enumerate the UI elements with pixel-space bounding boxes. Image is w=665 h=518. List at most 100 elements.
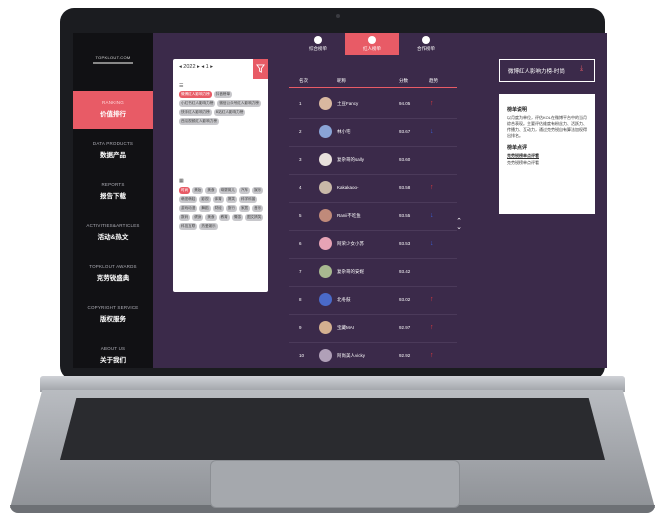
- row-name[interactable]: 阿荣少女小苏: [337, 241, 364, 247]
- date-selector[interactable]: ◂ 2022 ▸ ◂ 1 ▸: [179, 64, 213, 70]
- row-name[interactable]: 林小宅: [337, 129, 351, 135]
- tab-label: 综合榜单: [309, 46, 327, 51]
- filter-chip[interactable]: 数码: [179, 214, 191, 221]
- table-row[interactable]: 9 宝藏MAI 92.97 ↑: [289, 314, 457, 343]
- filter-chip[interactable]: 娱乐: [252, 187, 264, 194]
- filter-chip[interactable]: 搞笑: [225, 196, 237, 203]
- sidebar-item[interactable]: ABOUT US 关于我们: [73, 337, 153, 368]
- row-rank: 5: [299, 213, 302, 218]
- filter-chip[interactable]: 旅行: [225, 205, 237, 212]
- row-name[interactable]: 北冬鼓: [337, 297, 351, 303]
- filter-chip[interactable]: 科技互联: [179, 223, 198, 230]
- download-icon[interactable]: ⤓: [580, 65, 583, 73]
- filter-chip[interactable]: 抖音榜单: [213, 91, 233, 98]
- table-row[interactable]: 6 阿荣少女小苏 93.53 ↓: [289, 230, 457, 259]
- filter-chip[interactable]: 微信公众号红人影响力榜: [217, 100, 261, 107]
- table-row[interactable]: 1 土豆Fancy 94.05 ↑: [289, 90, 457, 119]
- filter-chip[interactable]: 时尚: [179, 187, 191, 194]
- filter-header: ◂ 2022 ▸ ◂ 1 ▸: [173, 59, 268, 79]
- sidebar-item-label: 数据产品: [100, 152, 126, 159]
- avatar[interactable]: [319, 293, 332, 306]
- filter-chip[interactable]: 舞蹈: [199, 205, 211, 212]
- sidebar-item[interactable]: DATA PRODUCTS 数据产品: [73, 132, 153, 170]
- filter-chip[interactable]: 美妆: [192, 187, 204, 194]
- table-row[interactable]: 8 北冬鼓 93.02 ↑: [289, 286, 457, 315]
- scroll-control[interactable]: ⌃ ⌄: [455, 218, 463, 231]
- filter-chip[interactable]: 图文搞笑: [244, 214, 264, 221]
- table-row[interactable]: 10 阿尚美人vicky 92.92 ↑: [289, 342, 457, 368]
- filter-chip[interactable]: 科学科普: [238, 196, 258, 203]
- trend-arrow-icon: ↑: [430, 324, 434, 331]
- table-row[interactable]: 7 复杂哥的安妮 93.42: [289, 258, 457, 287]
- filter-chip[interactable]: 小红书红人影响力榜: [179, 100, 216, 107]
- avatar[interactable]: [319, 181, 332, 194]
- row-rank: 8: [299, 297, 302, 302]
- filter-chip[interactable]: 情感: [231, 214, 243, 221]
- avatar[interactable]: [319, 265, 332, 278]
- funnel-icon[interactable]: [253, 59, 268, 79]
- filter-chip[interactable]: 快手红人影响力榜: [179, 109, 212, 116]
- filter-chip[interactable]: 热爱娱乐: [199, 223, 218, 230]
- filter-chip[interactable]: 微博红人影响力榜: [179, 91, 212, 98]
- filter-chip[interactable]: 体育: [212, 196, 224, 203]
- trend-arrow-icon: ↑: [430, 296, 434, 303]
- avatar[interactable]: [319, 349, 332, 362]
- row-name[interactable]: 宝藏MAI: [337, 325, 354, 331]
- avatar[interactable]: [319, 97, 332, 110]
- table-row[interactable]: 2 林小宅 93.67 ↓: [289, 118, 457, 147]
- avatar[interactable]: [319, 153, 332, 166]
- avatar[interactable]: [319, 209, 332, 222]
- ranking-title-box: 微博红人影响力榜-时尚 ⤓: [499, 59, 595, 82]
- row-name[interactable]: Kakakaoo-: [337, 185, 359, 190]
- filter-chip[interactable]: 家居: [238, 205, 251, 212]
- sidebar-item-label: 报告下载: [100, 193, 126, 200]
- filter-chip[interactable]: 健身: [192, 214, 204, 221]
- filter-chip[interactable]: 音乐: [252, 205, 264, 212]
- row-score: 93.02: [399, 297, 411, 302]
- chevron-down-icon[interactable]: ⌄: [455, 224, 463, 231]
- row-name[interactable]: 复杂哥的sally: [337, 157, 364, 163]
- col-score: 分数: [399, 78, 408, 83]
- avatar[interactable]: [319, 237, 332, 250]
- trend-arrow-icon: ↑: [430, 100, 434, 107]
- table-row[interactable]: 4 Kakakaoo- 93.58 ↑: [289, 174, 457, 203]
- logo[interactable]: TOPKLOUT.COM: [79, 55, 147, 64]
- sidebar-item[interactable]: ACTIVITIES&ARTICLES 活动&热文: [73, 214, 153, 252]
- sidebar-item[interactable]: RANKING 价值排行: [73, 91, 153, 129]
- screen: TOPKLOUT.COM RANKING 价值排行 DATA PRODUCTS 数据产…: [73, 33, 607, 368]
- row-name[interactable]: 阿尚美人vicky: [337, 353, 365, 359]
- tab[interactable]: 综合榜单: [291, 33, 345, 55]
- filter-chip[interactable]: 汽车: [238, 187, 251, 194]
- tab[interactable]: 合作榜单: [399, 33, 453, 55]
- sidebar-item[interactable]: TOPKLOUT AWARDS 克劳锐盛典: [73, 255, 153, 293]
- table-row[interactable]: 5 Ranii不吃鱼 93.55 ↓: [289, 202, 457, 231]
- row-name[interactable]: Ranii不吃鱼: [337, 213, 361, 219]
- avatar[interactable]: [319, 321, 332, 334]
- filter-chip[interactable]: 教育: [218, 214, 230, 221]
- row-rank: 4: [299, 185, 302, 190]
- filter-chip[interactable]: 母婴育儿: [218, 187, 237, 194]
- tab-label: 红人榜单: [363, 46, 381, 51]
- filter-chip[interactable]: B站红人影响力榜: [213, 109, 246, 116]
- filter-chip[interactable]: 西瓜视频红人影响力榜: [179, 118, 219, 125]
- avatar[interactable]: [319, 125, 332, 138]
- trend-arrow-icon: ↑: [430, 184, 434, 191]
- filter-chip[interactable]: 财经: [212, 205, 224, 212]
- filter-chip[interactable]: 萌宠萌娃: [179, 196, 198, 203]
- sidebar-item[interactable]: COPYRIGHT SERVICE 版权服务: [73, 296, 153, 334]
- filter-chip[interactable]: 美食: [205, 214, 217, 221]
- filter-chip[interactable]: 游戏动漫: [179, 205, 198, 212]
- row-score: 93.60: [399, 157, 411, 162]
- filter-chip[interactable]: 美食: [205, 187, 217, 194]
- tab-label: 合作榜单: [417, 46, 435, 51]
- tab[interactable]: 红人榜单: [345, 33, 399, 55]
- row-name[interactable]: 复杂哥的安妮: [337, 269, 364, 275]
- trend-arrow-icon: ↓: [430, 128, 434, 135]
- sidebar-item[interactable]: REPORTS 报告下载: [73, 173, 153, 211]
- sidebar-item-label: 克劳锐盛典: [96, 275, 130, 282]
- filter-chip[interactable]: 影视: [199, 196, 211, 203]
- table-row[interactable]: 3 复杂哥的sally 93.60: [289, 146, 457, 175]
- row-name[interactable]: 土豆Fancy: [337, 101, 358, 107]
- sidebar-item-en: COPYRIGHT SERVICE: [87, 305, 139, 310]
- comment-link[interactable]: 克劳锐榜单点评看: [507, 153, 587, 159]
